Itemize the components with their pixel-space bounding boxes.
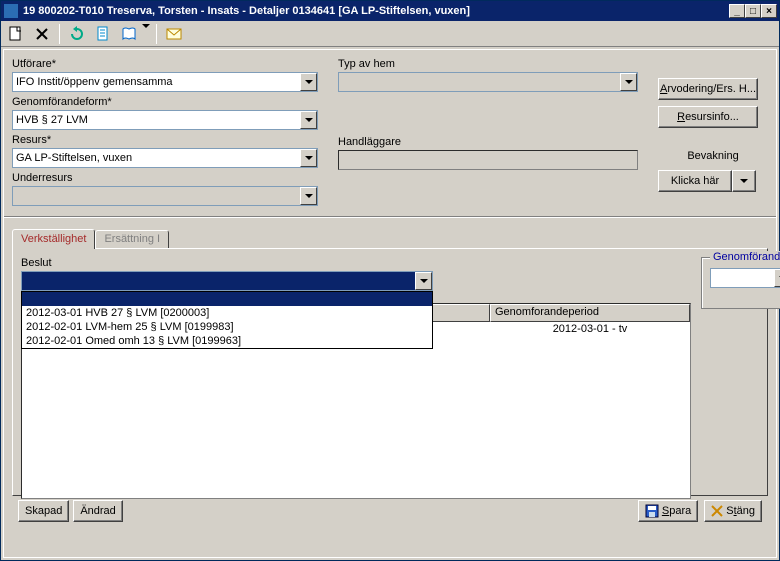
footer: Skapad Ändrad Spara Stäng: [12, 496, 768, 526]
typavhem-combo[interactable]: [338, 72, 638, 92]
window-title: 19 800202-T010 Treserva, Torsten - Insat…: [23, 5, 729, 17]
titlebar: 19 800202-T010 Treserva, Torsten - Insat…: [1, 1, 779, 21]
arvodering-button[interactable]: Arvodering/Ers. H...: [658, 78, 758, 100]
form-col-right: Arvodering/Ers. H... Resursinfo... Bevak…: [658, 58, 768, 210]
chevron-down-icon[interactable]: [620, 73, 637, 91]
genomforandeform-combo[interactable]: HVB § 27 LVM: [12, 110, 318, 130]
period-from-combo[interactable]: [710, 268, 780, 288]
col-period-header[interactable]: Genomforandeperiod: [490, 304, 690, 322]
skapad-button[interactable]: Skapad: [18, 500, 69, 522]
period-from-value: [714, 272, 774, 284]
close-icon: [711, 505, 723, 517]
beslut-label: Beslut: [21, 257, 691, 269]
beslut-value: [22, 272, 415, 290]
app-icon: [3, 3, 19, 19]
minimize-button[interactable]: _: [729, 4, 745, 18]
chevron-down-icon[interactable]: [774, 269, 780, 287]
beslut-option-1[interactable]: 2012-03-01 HVB 27 § LVM [0200003]: [22, 306, 432, 320]
andrad-button[interactable]: Ändrad: [73, 500, 122, 522]
beslut-option-0[interactable]: [22, 292, 432, 306]
beslut-section: Beslut Beslut: [21, 257, 691, 487]
chevron-down-icon[interactable]: [300, 73, 317, 91]
utforare-label: Utförare*: [12, 58, 318, 70]
handlaggare-combo[interactable]: [338, 150, 638, 170]
bevakning-dropdown-button[interactable]: [732, 170, 756, 192]
toolbar-separator-2: [156, 24, 157, 44]
bevakning-label: Bevakning: [658, 150, 768, 162]
chevron-down-icon[interactable]: [300, 187, 317, 205]
book-icon[interactable]: [118, 23, 140, 45]
underresurs-label: Underresurs: [12, 172, 318, 184]
underresurs-value: [16, 190, 300, 202]
beslut-dropdown-popup: 2012-03-01 HVB 27 § LVM [0200003] 2012-0…: [21, 291, 433, 349]
spara-button[interactable]: Spara: [638, 500, 698, 522]
beslut-option-3[interactable]: 2012-02-01 Omed omh 13 § LVM [0199963]: [22, 334, 432, 348]
horizontal-separator: [4, 216, 776, 218]
stang-button[interactable]: Stäng: [704, 500, 762, 522]
typavhem-label: Typ av hem: [338, 58, 638, 70]
handlaggare-value: [342, 154, 637, 166]
typavhem-value: [342, 76, 620, 88]
form-top: Utförare* IFO Instit/öppenv gemensamma G…: [12, 58, 768, 210]
chevron-down-icon[interactable]: [300, 111, 317, 129]
utforare-value: IFO Instit/öppenv gemensamma: [16, 76, 300, 88]
resurs-label: Resurs*: [12, 134, 318, 146]
mail-icon[interactable]: [163, 23, 185, 45]
delete-icon[interactable]: [31, 23, 53, 45]
table-cell-period[interactable]: 2012-03-01 - tv: [490, 322, 690, 336]
genomforandeperiod-group: Genomförandeperiod -: [701, 257, 780, 309]
period-group-wrap: Genomförandeperiod -: [701, 257, 780, 487]
beslut-option-2[interactable]: 2012-02-01 LVM-hem 25 § LVM [0199983]: [22, 320, 432, 334]
genomforandeform-value: HVB § 27 LVM: [16, 114, 300, 126]
refresh-icon[interactable]: [66, 23, 88, 45]
form-col-left: Utförare* IFO Instit/öppenv gemensamma G…: [12, 58, 318, 210]
bevakning-split-button: Klicka här: [658, 170, 768, 192]
maximize-button[interactable]: □: [745, 4, 761, 18]
tab-verkstallighet[interactable]: Verkställighet: [12, 229, 95, 249]
form-col-mid: Typ av hem Handläggare: [338, 58, 638, 210]
tabs: Verkställighet Ersättning I Beslut: [12, 228, 768, 496]
klicka-har-button[interactable]: Klicka här: [658, 170, 732, 192]
utforare-combo[interactable]: IFO Instit/öppenv gemensamma: [12, 72, 318, 92]
resursinfo-button[interactable]: Resursinfo...: [658, 106, 758, 128]
chevron-down-icon[interactable]: [300, 149, 317, 167]
document-icon[interactable]: [92, 23, 114, 45]
dropdown-arrow-icon[interactable]: [142, 28, 150, 40]
resurs-combo[interactable]: GA LP-Stiftelsen, vuxen: [12, 148, 318, 168]
toolbar: [1, 21, 779, 47]
new-doc-icon[interactable]: [5, 23, 27, 45]
save-icon: [645, 504, 659, 518]
resurs-value: GA LP-Stiftelsen, vuxen: [16, 152, 300, 164]
tab-row: Verkställighet Ersättning I: [12, 228, 768, 248]
app-window: 19 800202-T010 Treserva, Torsten - Insat…: [0, 0, 780, 561]
handlaggare-label: Handläggare: [338, 136, 638, 148]
genomforandeperiod-label: Genomförandeperiod: [710, 251, 780, 263]
tab-ersattning[interactable]: Ersättning I: [95, 230, 169, 248]
chevron-down-icon[interactable]: [415, 272, 432, 290]
underresurs-combo[interactable]: [12, 186, 318, 206]
close-button[interactable]: ×: [761, 4, 777, 18]
tab-body: Beslut Beslut: [12, 248, 768, 496]
window-buttons: _ □ ×: [729, 4, 777, 18]
beslut-combo[interactable]: [21, 271, 433, 291]
toolbar-separator: [59, 24, 60, 44]
content-panel: Utförare* IFO Instit/öppenv gemensamma G…: [3, 49, 777, 558]
genomforandeform-label: Genomförandeform*: [12, 96, 318, 108]
